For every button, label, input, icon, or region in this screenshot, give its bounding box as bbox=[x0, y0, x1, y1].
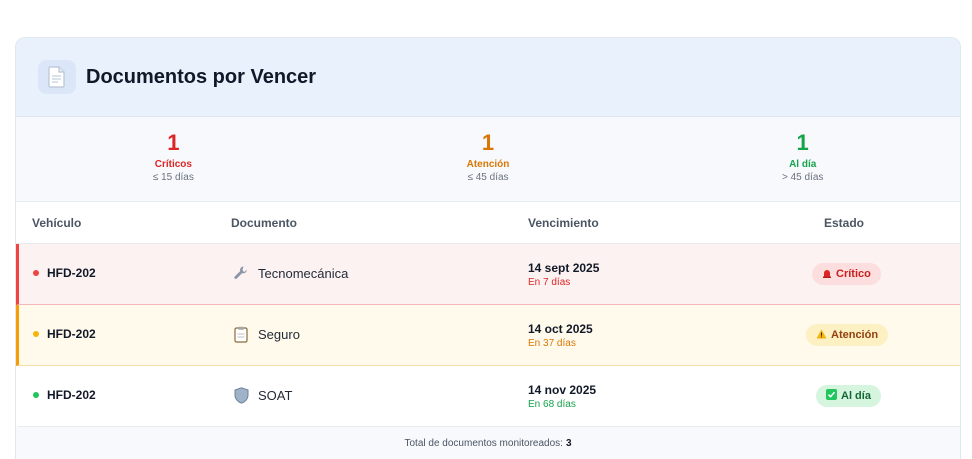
footer-total: 3 bbox=[565, 438, 572, 449]
status-label: Atención bbox=[831, 329, 879, 341]
card-header: Documentos por Vencer bbox=[16, 38, 960, 117]
critical-count: 1 bbox=[167, 130, 180, 155]
table-header: Vehículo Documento Vencimiento Estado bbox=[16, 202, 960, 244]
document-name: Tecnomecánica bbox=[258, 265, 349, 281]
status-label: Al día bbox=[841, 390, 871, 402]
ok-label: Al día bbox=[789, 159, 817, 170]
expiry-cell: 14 oct 2025 En 37 días bbox=[528, 322, 593, 349]
attention-threshold: ≤ 45 días bbox=[467, 172, 509, 183]
attention-count: 1 bbox=[481, 130, 495, 155]
vehicle-cell: HFD-202 bbox=[33, 388, 96, 402]
critical-label: Críticos bbox=[154, 159, 192, 170]
expiry-date: 14 sept 2025 bbox=[528, 261, 600, 275]
vehicle-plate: HFD-202 bbox=[47, 388, 96, 402]
check-icon bbox=[826, 389, 837, 403]
document-cell: Tecnomecánica bbox=[232, 264, 348, 282]
attention-label: Atención bbox=[466, 159, 510, 170]
ok-threshold: > 45 días bbox=[781, 172, 824, 183]
table-row[interactable]: HFD-202 Tecnomecánica 14 sept 2025 En 7 … bbox=[16, 244, 960, 305]
vehicle-cell: HFD-202 bbox=[33, 266, 96, 280]
expiry-date: 14 oct 2025 bbox=[528, 322, 593, 336]
summary-attention: 1 Atención ≤ 45 días bbox=[331, 117, 646, 201]
column-vehicle: Vehículo bbox=[32, 216, 82, 230]
ok-count: 1 bbox=[796, 130, 809, 155]
table-footer: Total de documentos monitoreados: 3 bbox=[16, 427, 960, 459]
column-expiry: Vencimiento bbox=[528, 216, 599, 230]
footer-label: Total de documentos monitoreados: bbox=[404, 438, 563, 449]
table-row[interactable]: HFD-202 Seguro 14 oct 2025 En 37 días At… bbox=[16, 305, 960, 366]
siren-icon bbox=[822, 268, 832, 281]
expiry-relative: En 7 días bbox=[528, 277, 571, 288]
expiry-date: 14 nov 2025 bbox=[528, 383, 597, 397]
column-document: Documento bbox=[231, 216, 297, 230]
expiry-relative: En 37 días bbox=[528, 338, 576, 349]
status-label: Crítico bbox=[836, 268, 871, 280]
status-dot bbox=[33, 270, 39, 276]
column-status: Estado bbox=[824, 216, 865, 230]
expiry-cell: 14 sept 2025 En 7 días bbox=[528, 261, 599, 288]
document-name: SOAT bbox=[258, 387, 293, 403]
status-dot bbox=[33, 392, 39, 398]
shield-icon bbox=[232, 386, 250, 404]
summary-stats: 1 Críticos ≤ 15 días 1 Atención ≤ 45 día… bbox=[16, 117, 960, 202]
summary-ok: 1 Al día > 45 días bbox=[645, 117, 960, 201]
documents-expiring-card: Documentos por Vencer 1 Críticos ≤ 15 dí… bbox=[15, 37, 961, 459]
warning-icon bbox=[816, 329, 827, 342]
summary-critical: 1 Críticos ≤ 15 días bbox=[16, 117, 331, 201]
status-dot bbox=[33, 331, 39, 337]
document-cell: SOAT bbox=[232, 386, 292, 404]
document-cell: Seguro bbox=[232, 325, 300, 343]
vehicle-plate: HFD-202 bbox=[47, 327, 96, 341]
clipboard-icon bbox=[232, 325, 250, 343]
vehicle-cell: HFD-202 bbox=[33, 327, 96, 341]
status-badge: Crítico bbox=[812, 263, 881, 285]
status-badge: Al día bbox=[816, 385, 881, 407]
status-badge: Atención bbox=[806, 324, 889, 346]
page-title: Documentos por Vencer bbox=[86, 65, 317, 88]
wrench-icon bbox=[232, 264, 250, 282]
table-row[interactable]: HFD-202 SOAT 14 nov 2025 En 68 días Al d… bbox=[16, 366, 960, 427]
expiry-relative: En 68 días bbox=[528, 399, 576, 410]
document-icon bbox=[38, 60, 76, 94]
document-name: Seguro bbox=[258, 326, 300, 342]
vehicle-plate: HFD-202 bbox=[47, 266, 96, 280]
critical-threshold: ≤ 15 días bbox=[152, 172, 194, 183]
expiry-cell: 14 nov 2025 En 68 días bbox=[528, 383, 596, 410]
